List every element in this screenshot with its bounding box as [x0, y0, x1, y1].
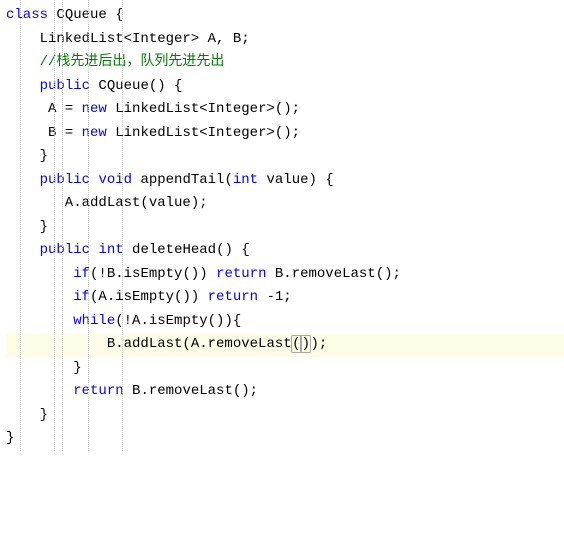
keyword-return: return — [73, 383, 123, 399]
text: LinkedList<Integer> A, B; — [6, 31, 250, 47]
code-line: public CQueue() { — [6, 75, 564, 99]
keyword-public: public — [40, 172, 90, 188]
text: LinkedList<Integer>(); — [107, 101, 300, 117]
code-line: } — [6, 427, 564, 451]
keyword-void: void — [98, 172, 132, 188]
code-line: } — [6, 357, 564, 381]
text: A.addLast(value); — [6, 195, 208, 211]
code-line: if(!B.isEmpty()) return B.removeLast(); — [6, 263, 564, 287]
keyword-return: return — [208, 289, 258, 305]
keyword-int: int — [233, 172, 258, 188]
code-line: } — [6, 404, 564, 428]
text: LinkedList<Integer>(); — [107, 125, 300, 141]
keyword-new: new — [82, 101, 107, 117]
text: (!B.isEmpty()) — [90, 266, 216, 282]
keyword-int: int — [98, 242, 123, 258]
code-line: } — [6, 216, 564, 240]
text: B.addLast(A.removeLast — [6, 336, 292, 352]
indent-guides — [0, 0, 28, 451]
keyword-return: return — [216, 266, 266, 282]
text: CQueue { — [48, 7, 124, 23]
text: appendTail( — [132, 172, 233, 188]
keyword-public: public — [40, 78, 90, 94]
matched-paren-open-icon: ( — [292, 336, 301, 352]
code-line: public void appendTail(int value) { — [6, 169, 564, 193]
keyword-public: public — [40, 242, 90, 258]
code-line: A = new LinkedList<Integer>(); — [6, 98, 564, 122]
text: value) { — [258, 172, 334, 188]
text: (!A.isEmpty()){ — [115, 313, 241, 329]
text: B.removeLast(); — [124, 383, 258, 399]
text: (A.isEmpty()) — [90, 289, 208, 305]
text: B.removeLast(); — [266, 266, 400, 282]
text: CQueue() { — [90, 78, 182, 94]
keyword-new: new — [82, 125, 107, 141]
code-line-highlighted: B.addLast(A.removeLast()); — [6, 333, 564, 357]
code-line: } — [6, 145, 564, 169]
code-line: while(!A.isEmpty()){ — [6, 310, 564, 334]
code-line: //栈先进后出，队列先进先出 — [6, 51, 564, 75]
text: -1; — [258, 289, 292, 305]
code-line: B = new LinkedList<Integer>(); — [6, 122, 564, 146]
code-editor: class CQueue { LinkedList<Integer> A, B;… — [0, 0, 564, 451]
code-line: class CQueue { — [6, 4, 564, 28]
keyword-while: while — [73, 313, 115, 329]
text: ); — [310, 336, 327, 352]
code-line: if(A.isEmpty()) return -1; — [6, 286, 564, 310]
code-line: public int deleteHead() { — [6, 239, 564, 263]
code-line: A.addLast(value); — [6, 192, 564, 216]
text: deleteHead() { — [124, 242, 250, 258]
code-line: LinkedList<Integer> A, B; — [6, 28, 564, 52]
comment: //栈先进后出，队列先进先出 — [6, 54, 224, 70]
code-line: return B.removeLast(); — [6, 380, 564, 404]
